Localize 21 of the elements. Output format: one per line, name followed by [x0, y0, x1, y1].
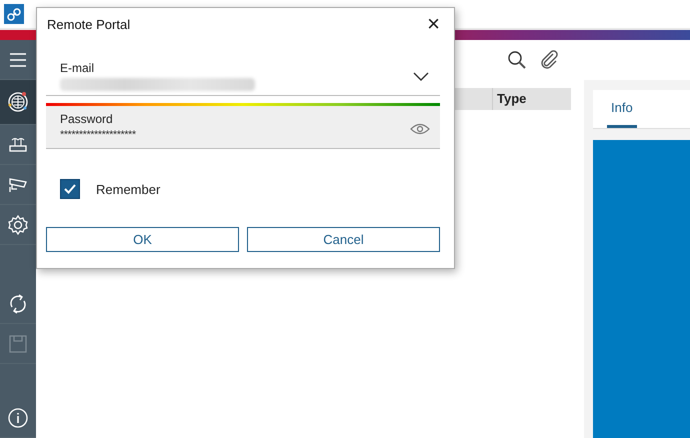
- email-label: E-mail: [60, 61, 96, 75]
- password-label: Password: [60, 112, 114, 126]
- ok-button[interactable]: OK: [46, 227, 239, 252]
- column-header[interactable]: Type: [492, 88, 526, 110]
- eye-icon[interactable]: [410, 122, 430, 134]
- info-icon: [7, 406, 29, 428]
- app-logo-icon: [4, 4, 24, 24]
- remember-checkbox[interactable]: [60, 179, 80, 199]
- email-field[interactable]: E-mail: [46, 51, 440, 96]
- settings-icon: [7, 214, 29, 236]
- remember-label: Remember: [96, 182, 160, 196]
- globe-icon: [7, 91, 29, 113]
- dialog-title: Remote Portal: [47, 16, 130, 32]
- password-value: ********************: [60, 129, 137, 143]
- sidebar-item[interactable]: [0, 80, 36, 125]
- cancel-button[interactable]: Cancel: [247, 227, 440, 252]
- search-icon[interactable]: [506, 49, 528, 71]
- chevron-down-icon[interactable]: [412, 70, 430, 82]
- close-button[interactable]: ×: [427, 13, 440, 35]
- checkmark-icon: [63, 183, 77, 195]
- password-field[interactable]: Password ********************: [46, 106, 440, 149]
